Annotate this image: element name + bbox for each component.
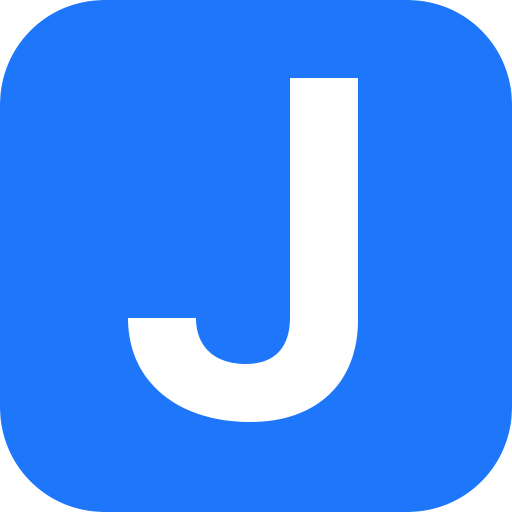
app-icon[interactable] — [0, 0, 512, 512]
icon-background — [0, 0, 512, 512]
letter-j-icon — [0, 0, 512, 512]
